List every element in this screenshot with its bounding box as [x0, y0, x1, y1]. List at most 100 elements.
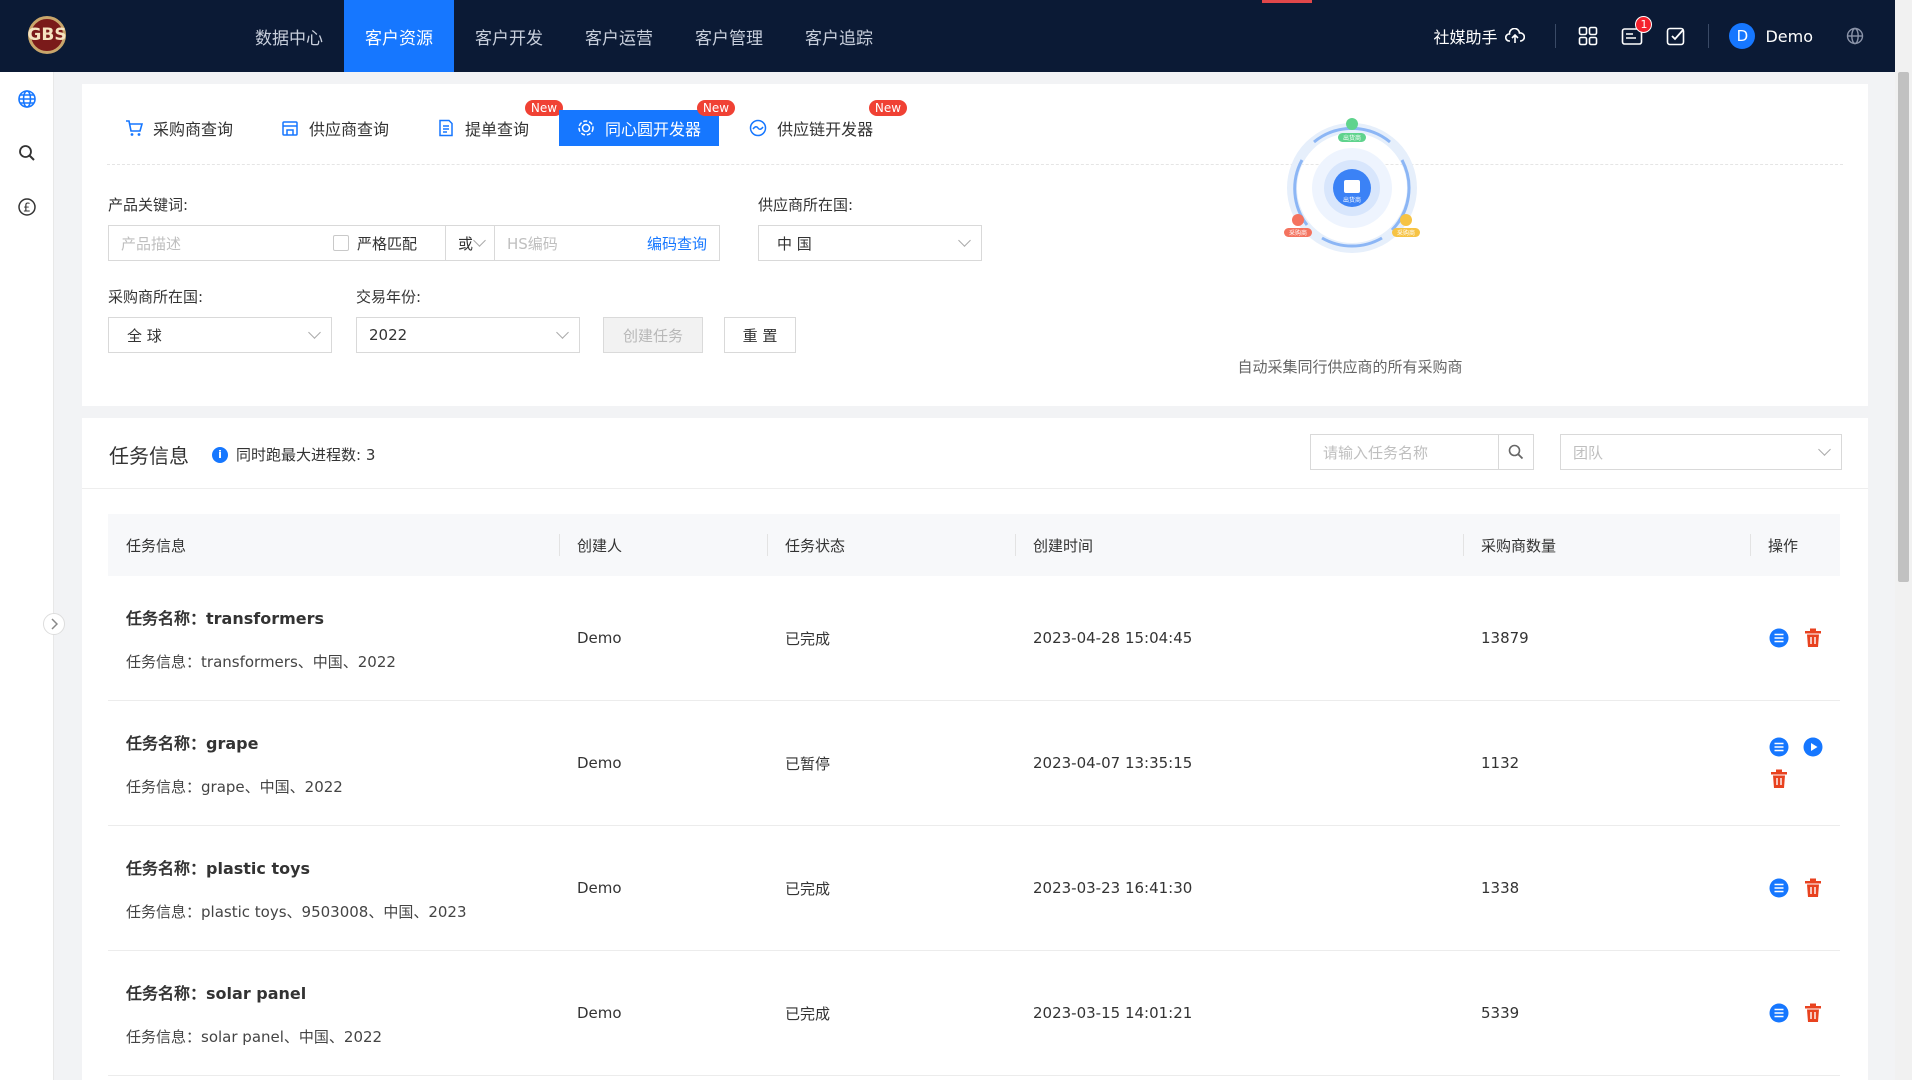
buyer-count-cell: 13879 — [1481, 629, 1529, 647]
buyer-country-select[interactable]: 全 球 — [108, 317, 332, 353]
store-icon — [282, 121, 298, 136]
tab-label: 采购商查询 — [153, 120, 234, 139]
creator-cell: Demo — [577, 1004, 622, 1022]
chevron-down-icon — [958, 234, 971, 247]
created-time-cell: 2023-04-28 15:04:45 — [1033, 629, 1193, 647]
diagram-node-left: 采购商 — [1289, 229, 1307, 237]
status-cell: 已暂停 — [785, 754, 831, 773]
delete-icon[interactable] — [1802, 877, 1824, 899]
created-time-cell: 2023-04-07 13:35:15 — [1033, 754, 1193, 772]
chevron-down-icon — [308, 326, 321, 339]
pound-icon[interactable]: £ — [0, 180, 54, 234]
tab-concentric-developer[interactable]: 同心圆开发器 New — [559, 100, 736, 146]
topbar-separator — [1555, 24, 1557, 48]
checkbox-box — [333, 235, 349, 251]
task-info-cell: 任务名称：transformers 任务信息：transformers、中国、2… — [108, 605, 559, 672]
delete-icon[interactable] — [1802, 1002, 1824, 1024]
tab-supplier-query[interactable]: 供应商查询 — [263, 110, 407, 146]
search-icon[interactable] — [0, 126, 54, 180]
chain-icon — [749, 119, 767, 137]
tab-label: 供应链开发器 — [777, 120, 874, 139]
keyword-input[interactable]: 产品描述 严格匹配 — [108, 225, 446, 261]
hs-code-input[interactable]: HS编码 编码查询 — [494, 225, 720, 261]
nav-item-customer-tracking[interactable]: 客户追踪 — [784, 0, 894, 72]
max-processes-text: 同时跑最大进程数: 3 — [236, 446, 376, 464]
tab-supply-chain-developer[interactable]: 供应链开发器 New — [731, 100, 908, 146]
task-check-icon[interactable] — [1664, 24, 1688, 48]
nav-item-data-center[interactable]: 数据中心 — [234, 0, 344, 72]
supplier-country-select[interactable]: 中 国 — [758, 225, 982, 261]
team-select[interactable]: 团队 — [1560, 434, 1842, 470]
globe-icon[interactable] — [0, 72, 54, 126]
task-desc: 任务信息：grape、中国、2022 — [126, 777, 343, 796]
delete-icon[interactable] — [1802, 627, 1824, 649]
list-icon[interactable] — [1768, 627, 1790, 649]
task-search-button[interactable] — [1498, 434, 1534, 470]
col-created-time: 创建时间 — [1015, 514, 1463, 576]
info-icon: i — [212, 446, 228, 463]
page-scrollbar[interactable] — [1895, 0, 1912, 1080]
reset-button[interactable]: 重 置 — [724, 317, 796, 353]
social-assistant-label: 社媒助手 — [1433, 28, 1498, 47]
language-globe-icon[interactable] — [1843, 24, 1867, 48]
task-panel-title: 任务信息 — [109, 444, 189, 468]
tab-label: 同心圆开发器 — [605, 120, 702, 139]
list-icon[interactable] — [1768, 736, 1790, 758]
social-assistant-button[interactable]: 社媒助手 — [1433, 24, 1526, 48]
trade-year-label: 交易年份: — [356, 288, 422, 306]
query-tabs: 采购商查询 供应商查询 提单查询 New 同心圆开发器 New 供应链开发器 N… — [107, 100, 908, 146]
messages-icon[interactable]: 1 — [1620, 16, 1653, 48]
delete-icon[interactable] — [1768, 768, 1790, 790]
message-count-badge: 1 — [1635, 16, 1653, 33]
tab-buyer-query[interactable]: 采购商查询 — [107, 110, 251, 146]
nav-item-customer-resources[interactable]: 客户资源 — [344, 0, 454, 72]
nav-item-customer-management[interactable]: 客户管理 — [674, 0, 784, 72]
user-menu[interactable]: D Demo — [1729, 23, 1813, 49]
svg-text:£: £ — [23, 201, 31, 215]
task-desc: 任务信息：solar panel、中国、2022 — [126, 1027, 383, 1046]
logic-operator-value: 或 — [458, 234, 474, 253]
buyer-count-cell: 1132 — [1481, 754, 1520, 772]
new-badge: New — [868, 100, 908, 116]
create-task-button[interactable]: 创建任务 — [603, 317, 703, 353]
trade-year-select[interactable]: 2022 — [356, 317, 580, 353]
avatar: D — [1729, 23, 1756, 49]
apps-grid-icon[interactable] — [1576, 24, 1600, 48]
actions-cell — [1750, 627, 1840, 649]
col-actions: 操作 — [1750, 514, 1840, 576]
top-accent-mark — [1262, 0, 1312, 3]
hs-code-lookup-link[interactable]: 编码查询 — [647, 233, 707, 254]
logic-operator-select[interactable]: 或 — [445, 225, 495, 261]
chevron-down-icon — [473, 234, 486, 247]
play-icon[interactable] — [1802, 736, 1824, 758]
task-name: 任务名称：transformers — [126, 608, 325, 628]
tab-label: 供应商查询 — [309, 120, 390, 139]
strict-match-checkbox[interactable]: 严格匹配 — [333, 233, 417, 254]
buyer-count-cell: 1338 — [1481, 879, 1520, 897]
buyer-country-value: 全 球 — [127, 326, 162, 345]
task-info-cell: 任务名称：grape 任务信息：grape、中国、2022 — [108, 730, 559, 797]
chevron-right-icon — [51, 618, 58, 630]
task-search-input[interactable]: 请输入任务名称 — [1310, 434, 1498, 470]
tab-bill-of-lading-query[interactable]: 提单查询 New — [419, 100, 564, 146]
user-name: Demo — [1765, 26, 1813, 46]
diagram-node-top: 出货商 — [1343, 134, 1361, 142]
chevron-down-icon — [1818, 443, 1831, 456]
table-row: 任务名称：grape 任务信息：grape、中国、2022 Demo 已暂停 2… — [108, 701, 1840, 826]
strict-match-label: 严格匹配 — [357, 234, 418, 253]
status-cell: 已完成 — [785, 879, 831, 898]
new-badge: New — [696, 100, 736, 116]
topbar-separator-2 — [1708, 24, 1710, 48]
list-icon[interactable] — [1768, 1002, 1790, 1024]
scrollbar-thumb[interactable] — [1898, 72, 1909, 582]
status-cell: 已完成 — [785, 1004, 831, 1023]
main-nav: 数据中心 客户资源 客户开发 客户运营 客户管理 客户追踪 — [234, 0, 894, 72]
nav-item-customer-development[interactable]: 客户开发 — [454, 0, 564, 72]
nav-item-customer-operations[interactable]: 客户运营 — [564, 0, 674, 72]
list-icon[interactable] — [1768, 877, 1790, 899]
task-desc: 任务信息：plastic toys、9503008、中国、2023 — [126, 902, 467, 921]
buyer-country-label: 采购商所在国: — [108, 288, 204, 306]
brand-logo[interactable]: GBS — [27, 16, 67, 54]
diagram-caption: 自动采集同行供应商的所有采购商 — [1237, 358, 1463, 376]
sidebar-expand-button[interactable] — [43, 613, 65, 635]
